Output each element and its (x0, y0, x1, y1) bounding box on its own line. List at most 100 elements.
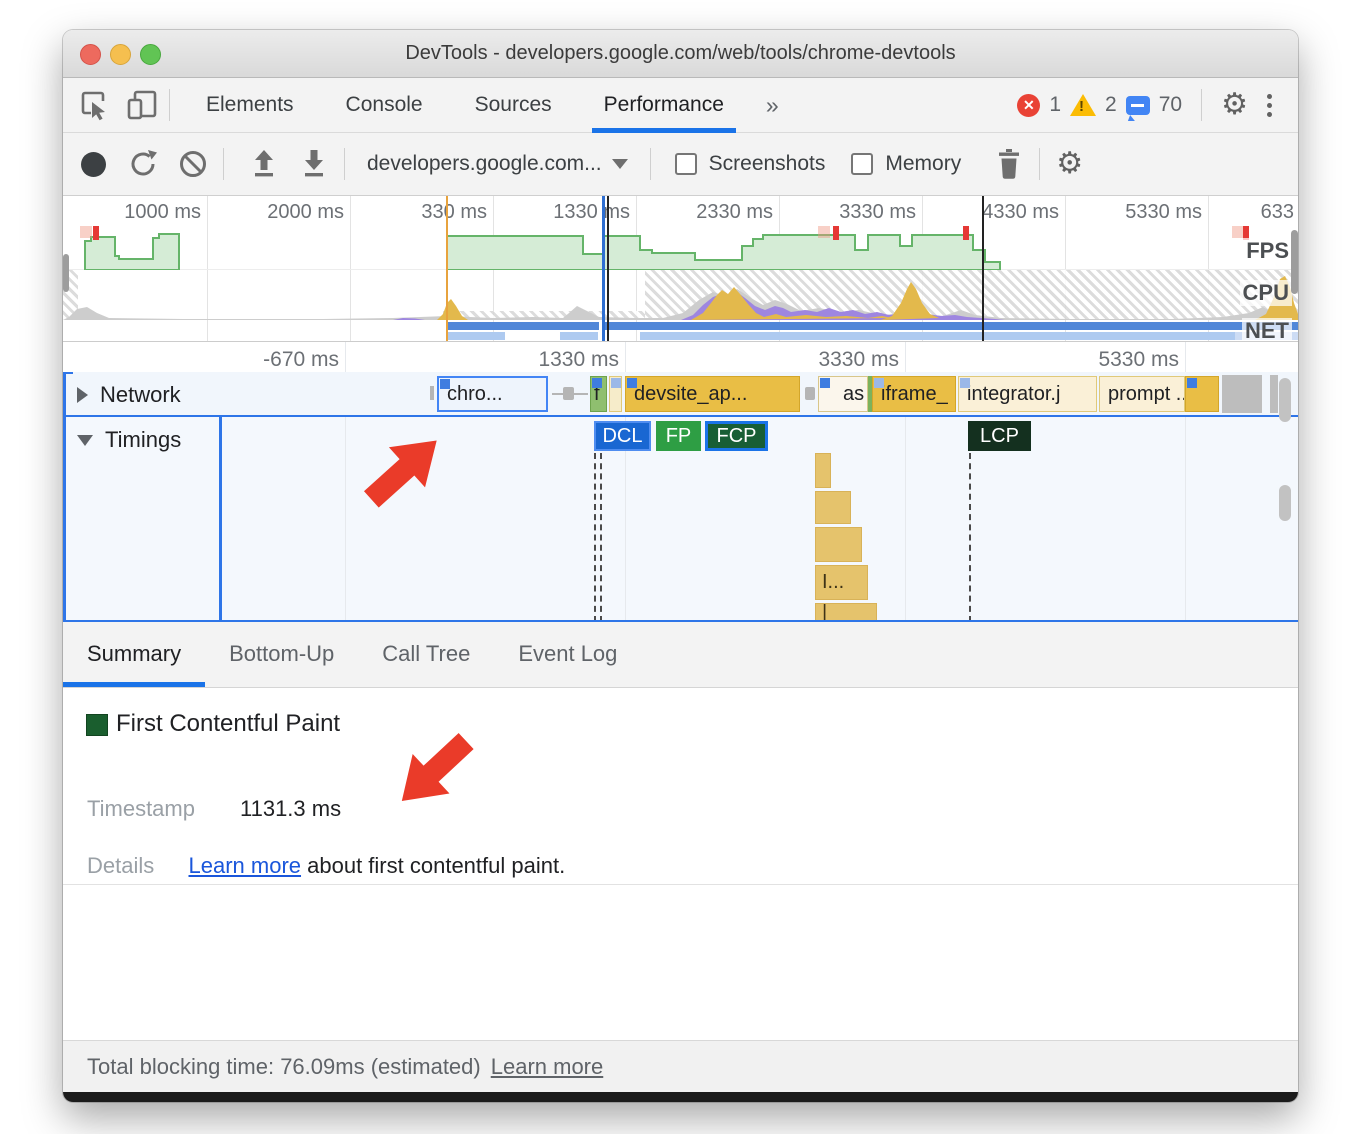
fcp-legend-swatch (86, 714, 108, 736)
memory-checkbox[interactable] (851, 153, 873, 175)
marker-fcp[interactable]: FCP (705, 421, 768, 451)
timings-scrollbar-thumb[interactable] (1279, 485, 1291, 521)
save-profile-icon[interactable] (294, 144, 334, 184)
user-timing-bar[interactable] (815, 527, 862, 562)
total-blocking-time-text: Total blocking time: 76.09ms (estimated) (87, 1054, 481, 1080)
timeline-tick: 5330 ms (1059, 348, 1179, 372)
overview-orange-cursor[interactable] (446, 196, 448, 342)
divider (223, 148, 224, 180)
trash-icon[interactable] (989, 144, 1029, 184)
performance-toolbar: developers.google.com... Screenshots Mem… (63, 133, 1298, 196)
status-learn-more-link[interactable]: Learn more (491, 1054, 604, 1080)
device-toolbar-icon[interactable] (125, 88, 159, 122)
details-label: Details (87, 853, 154, 878)
screenshots-checkbox[interactable] (675, 153, 697, 175)
overview-window-handle[interactable] (602, 196, 605, 342)
title-bar: DevTools - developers.google.com/web/too… (63, 30, 1298, 78)
summary-event-title: First Contentful Paint (116, 710, 340, 738)
error-count[interactable]: 1 (1049, 93, 1061, 117)
timeline-tick: -670 ms (219, 348, 339, 372)
annotation-arrow-timestamp (383, 721, 486, 822)
overview-black-cursor (982, 196, 984, 342)
details-text: about first contentful paint. (307, 853, 565, 878)
cpu-chart (63, 270, 1298, 320)
status-bar: Total blocking time: 76.09ms (estimated)… (63, 1040, 1298, 1092)
marker-fp[interactable]: FP (656, 421, 701, 451)
network-request-integrator[interactable]: integrator.j (958, 376, 1097, 412)
tab-sources[interactable]: Sources (449, 78, 578, 133)
overview-tick: 1000 ms (91, 201, 201, 224)
tab-elements[interactable]: Elements (180, 78, 320, 133)
network-request-f[interactable]: f (590, 376, 607, 412)
overview-left-scrollbar[interactable] (63, 254, 69, 292)
tab-performance[interactable]: Performance (578, 78, 750, 133)
user-timing-bar[interactable] (815, 491, 851, 524)
timeline-overview[interactable]: 1000 ms 2000 ms 330 ms 1330 ms 2330 ms 3… (63, 196, 1298, 342)
timestamp-label: Timestamp (87, 796, 195, 822)
divider (344, 148, 345, 180)
timings-track[interactable]: Timings DCL FP FCP LCP I... | (63, 417, 1298, 622)
dcl-guideline (600, 453, 602, 622)
load-profile-icon[interactable] (244, 144, 284, 184)
timeline-tick: 3330 ms (779, 348, 899, 372)
network-track[interactable]: Network chro... f devsite_ap... as (63, 372, 1298, 417)
timestamp-value: 1131.3 ms (240, 796, 341, 822)
warning-icon[interactable]: ! (1070, 94, 1096, 116)
expand-network-icon[interactable] (77, 387, 88, 403)
overview-tick: 330 ms (377, 201, 487, 224)
dcl-guideline (594, 453, 596, 622)
devtools-window: DevTools - developers.google.com/web/too… (63, 30, 1298, 1102)
network-request-chromedevtools[interactable]: chro... (437, 376, 548, 412)
tab-summary[interactable]: Summary (63, 621, 205, 687)
clear-recording-icon[interactable] (173, 144, 213, 184)
tab-event-log[interactable]: Event Log (494, 621, 641, 687)
tab-call-tree[interactable]: Call Tree (358, 621, 494, 687)
page-selector-dropdown[interactable]: developers.google.com... (355, 152, 640, 176)
cpu-lane: CPU (63, 270, 1298, 320)
kebab-menu-icon[interactable] (1257, 94, 1290, 117)
network-request-tail[interactable] (1185, 376, 1219, 412)
message-count[interactable]: 70 (1159, 93, 1182, 117)
message-icon[interactable] (1126, 96, 1150, 115)
marker-dcl[interactable]: DCL (594, 421, 651, 451)
divider (1201, 89, 1202, 121)
detail-tab-bar: Summary Bottom-Up Call Tree Event Log (63, 622, 1298, 688)
fps-lane: FPS (63, 226, 1298, 270)
window-bottom-edge (63, 1092, 1298, 1102)
screenshots-label[interactable]: Screenshots (709, 152, 826, 176)
network-request-iframe[interactable]: iframe_ (872, 376, 956, 412)
tab-bottom-up[interactable]: Bottom-Up (205, 621, 358, 687)
user-timing-bar[interactable] (815, 453, 831, 488)
inspect-element-icon[interactable] (77, 88, 111, 122)
chevron-down-icon (612, 159, 628, 169)
tab-console[interactable]: Console (320, 78, 449, 133)
network-request-small[interactable] (609, 376, 622, 412)
fps-lane-label: FPS (1243, 238, 1292, 264)
record-button[interactable] (73, 144, 113, 184)
network-request-devsite-app[interactable]: devsite_ap... (625, 376, 800, 412)
user-timing-bar[interactable]: I... (815, 565, 868, 600)
lcp-guideline (969, 453, 971, 622)
network-request-as[interactable]: as (818, 376, 868, 412)
settings-gear-icon[interactable]: ⚙ (1221, 90, 1248, 120)
error-icon[interactable]: ✕ (1017, 94, 1040, 117)
divider (650, 148, 651, 180)
timeline-tick: 1330 ms (499, 348, 619, 372)
overview-right-scrollbar[interactable] (1291, 230, 1298, 294)
reload-and-record-icon[interactable] (123, 144, 163, 184)
network-request-prompt[interactable]: prompt .. (1099, 376, 1185, 412)
timings-track-label: Timings (105, 427, 181, 453)
learn-more-link[interactable]: Learn more (189, 853, 302, 878)
devtools-tab-bar: Elements Console Sources Performance » ✕… (63, 78, 1298, 133)
network-request-gray[interactable] (1270, 375, 1278, 413)
more-tabs-icon[interactable]: » (750, 92, 795, 119)
net-lane-label: NET (1242, 318, 1292, 342)
cpu-lane-label: CPU (1240, 280, 1292, 306)
network-request-gray[interactable] (1222, 375, 1262, 413)
capture-settings-gear-icon[interactable]: ⚙ (1056, 149, 1083, 179)
collapse-timings-icon[interactable] (77, 435, 93, 446)
warning-count[interactable]: 2 (1105, 93, 1117, 117)
network-scrollbar-thumb[interactable] (1279, 378, 1291, 422)
marker-lcp[interactable]: LCP (968, 421, 1031, 451)
memory-label[interactable]: Memory (885, 152, 961, 176)
